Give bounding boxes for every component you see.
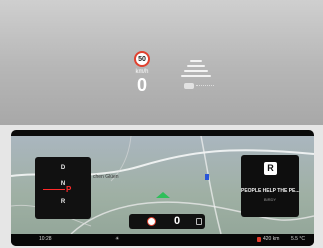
clock: 10:28 [39,236,52,242]
car-ahead-icon [184,83,194,89]
gear-d: D [60,165,66,171]
cockpit-speed: 0 [174,215,181,227]
warning-icon [257,237,261,242]
outside-temperature: 5.5 °C [291,236,305,242]
gear-n: N [60,181,66,187]
current-speed: 0 [136,75,147,95]
speed-limit-value: 50 [138,56,146,63]
fuel-icon [196,218,202,225]
track-title: PEOPLE HELP THE PE... [241,188,300,194]
poi-marker [205,174,209,180]
virtual-cockpit: chen Glüen D N P R R PEOPLE HELP THE PE.… [11,130,314,246]
media-panel[interactable]: R PEOPLE HELP THE PE... BIRDY [241,155,300,217]
speed-limit-sign: 50 [134,51,150,67]
distance-dots [196,85,214,88]
speed-panel: 0 [129,214,205,229]
gear-p: P [66,185,72,194]
track-artist: BIRDY [263,197,277,202]
head-up-display: 50 km/h 0 [0,0,323,125]
range: 420 km [263,236,280,242]
radio-station-logo-icon: R [264,162,277,175]
navigation-arrow-icon [156,192,170,198]
gear-r: R [60,199,66,205]
gear-selector-panel: D N P R [35,157,91,219]
street-label: chen Glüen [93,174,119,180]
light-icon: ☀ [115,236,120,242]
gear-indicator-line [43,189,65,190]
speed-limit-sign-small-icon [147,217,156,226]
status-bar: 10:28 ☀ 420 km 5.5 °C [11,234,314,246]
